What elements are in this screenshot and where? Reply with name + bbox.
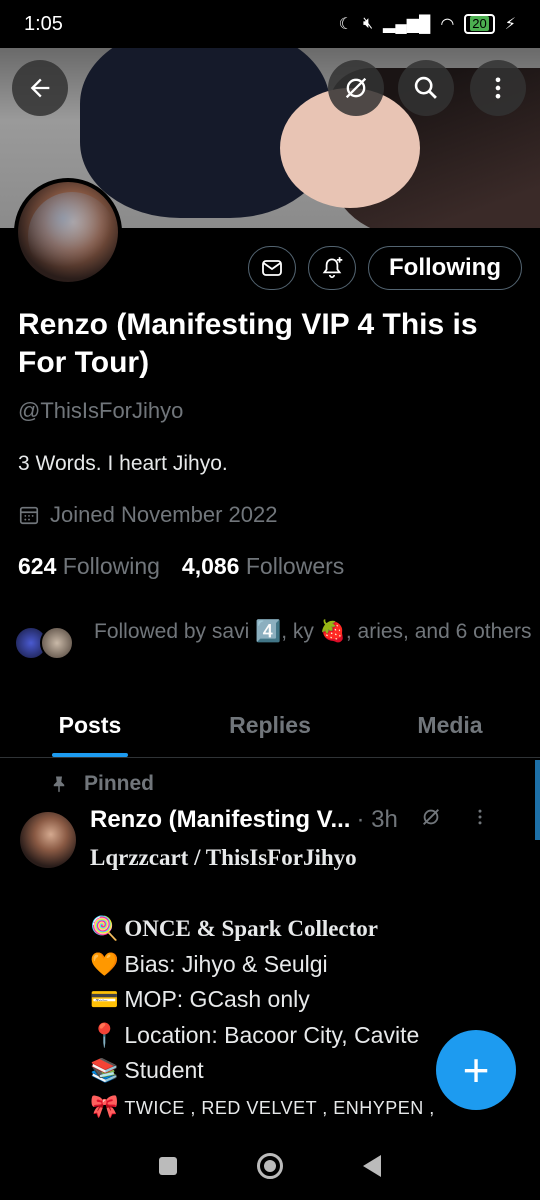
more-vertical-icon: [495, 77, 501, 99]
following-count: 624: [18, 553, 57, 579]
profile-avatar[interactable]: [14, 178, 122, 286]
joined-text: Joined November 2022: [50, 502, 278, 527]
search-button[interactable]: [398, 60, 454, 116]
recents-button[interactable]: [159, 1157, 177, 1175]
back-button[interactable]: [12, 60, 68, 116]
search-icon: [414, 76, 437, 99]
bell-plus-icon: [322, 257, 343, 279]
profile-tabs: Posts Replies Media: [0, 696, 540, 758]
followed-by-text: Followed by savi 4️⃣, ky 🍓, aries, and 6…: [94, 620, 532, 643]
following-label: Following: [62, 553, 160, 579]
post-line: 🍭 ONCE & Spark Collector: [90, 915, 379, 941]
muted-icon: 🔇︎: [362, 15, 374, 32]
post-avatar[interactable]: [20, 812, 76, 868]
pin-icon: [53, 776, 65, 793]
profile-stats: 624 Following 4,086 Followers: [18, 553, 344, 580]
post-author[interactable]: Renzo (Manifesting V...: [90, 806, 350, 834]
home-button[interactable]: [257, 1153, 283, 1179]
grok-icon: [345, 77, 367, 99]
notify-button[interactable]: [308, 246, 357, 290]
following-stat[interactable]: 624 Following: [18, 553, 160, 580]
profile-actions: Following: [248, 246, 522, 290]
followers-stat[interactable]: 4,086 Followers: [182, 553, 344, 580]
battery-level: 20: [470, 16, 489, 31]
post-more-button[interactable]: [470, 806, 490, 834]
back-arrow-icon: [30, 78, 50, 98]
grok-button[interactable]: [328, 60, 384, 116]
profile-bio: 3 Words. I heart Jihyo.: [18, 452, 228, 475]
post-line: 🧡 Bias: Jihyo & Seulgi: [90, 950, 328, 977]
moon-icon: ☾: [338, 16, 353, 33]
signal-icon: ▂▄▆█: [383, 16, 431, 33]
profile-joined: Joined November 2022: [18, 502, 277, 528]
post-body[interactable]: Lqrzzcart / ThisIsForJihyo 🍭 ONCE & Spar…: [90, 840, 490, 1126]
system-back-button[interactable]: [363, 1155, 381, 1177]
pinned-label: Pinned: [50, 772, 154, 796]
tab-media[interactable]: Media: [360, 696, 540, 757]
calendar-icon: [19, 506, 39, 525]
post-grok-button[interactable]: [420, 806, 442, 834]
tab-posts[interactable]: Posts: [0, 696, 180, 757]
post-line: 📚 Student: [90, 1057, 204, 1083]
followed-by-avatars: [14, 616, 84, 660]
status-time: 1:05: [24, 12, 63, 35]
post-header: Renzo (Manifesting V... · 3h: [90, 806, 520, 834]
post-line: 💳 MOP: GCash only: [90, 986, 310, 1012]
message-button[interactable]: [248, 246, 297, 290]
grok-icon: [422, 809, 439, 825]
scrollbar[interactable]: [535, 760, 540, 840]
followers-label: Followers: [245, 553, 345, 579]
post-line: [90, 876, 490, 912]
more-button[interactable]: [470, 60, 526, 116]
battery-icon: 20: [464, 14, 495, 34]
compose-button[interactable]: +: [436, 1030, 516, 1110]
system-nav-bar: [0, 1132, 540, 1200]
more-vertical-icon: [478, 809, 482, 825]
profile-display-name: Renzo (Manifesting VIP 4 This is For Tou…: [18, 308, 478, 379]
status-icons: ☾ 🔇︎ ▂▄▆█ ◠ 20 ⚡︎: [339, 14, 516, 34]
wifi-icon: ◠: [440, 16, 455, 33]
charging-icon: ⚡︎: [504, 16, 516, 33]
post-time[interactable]: · 3h: [356, 806, 397, 834]
mini-avatar: [40, 626, 74, 660]
profile-handle: @ThisIsForJihyo: [18, 398, 184, 423]
following-button[interactable]: Following: [368, 246, 522, 290]
envelope-icon: [262, 260, 282, 276]
post-line: 🎀 TWICE , RED VELVET , ENHYPEN ,: [90, 1092, 435, 1119]
tab-replies[interactable]: Replies: [180, 696, 360, 757]
followers-count: 4,086: [181, 553, 240, 579]
status-bar: 1:05 ☾ 🔇︎ ▂▄▆█ ◠ 20 ⚡︎: [0, 0, 540, 48]
post-line: 📍 Location: Bacoor City, Cavite: [90, 1021, 420, 1048]
pinned-text: Pinned: [84, 772, 155, 795]
post-line: Lqrzzcart / ThisIsForJihyo: [90, 845, 357, 870]
followed-by[interactable]: Followed by savi 4️⃣, ky 🍓, aries, and 6…: [14, 616, 534, 660]
